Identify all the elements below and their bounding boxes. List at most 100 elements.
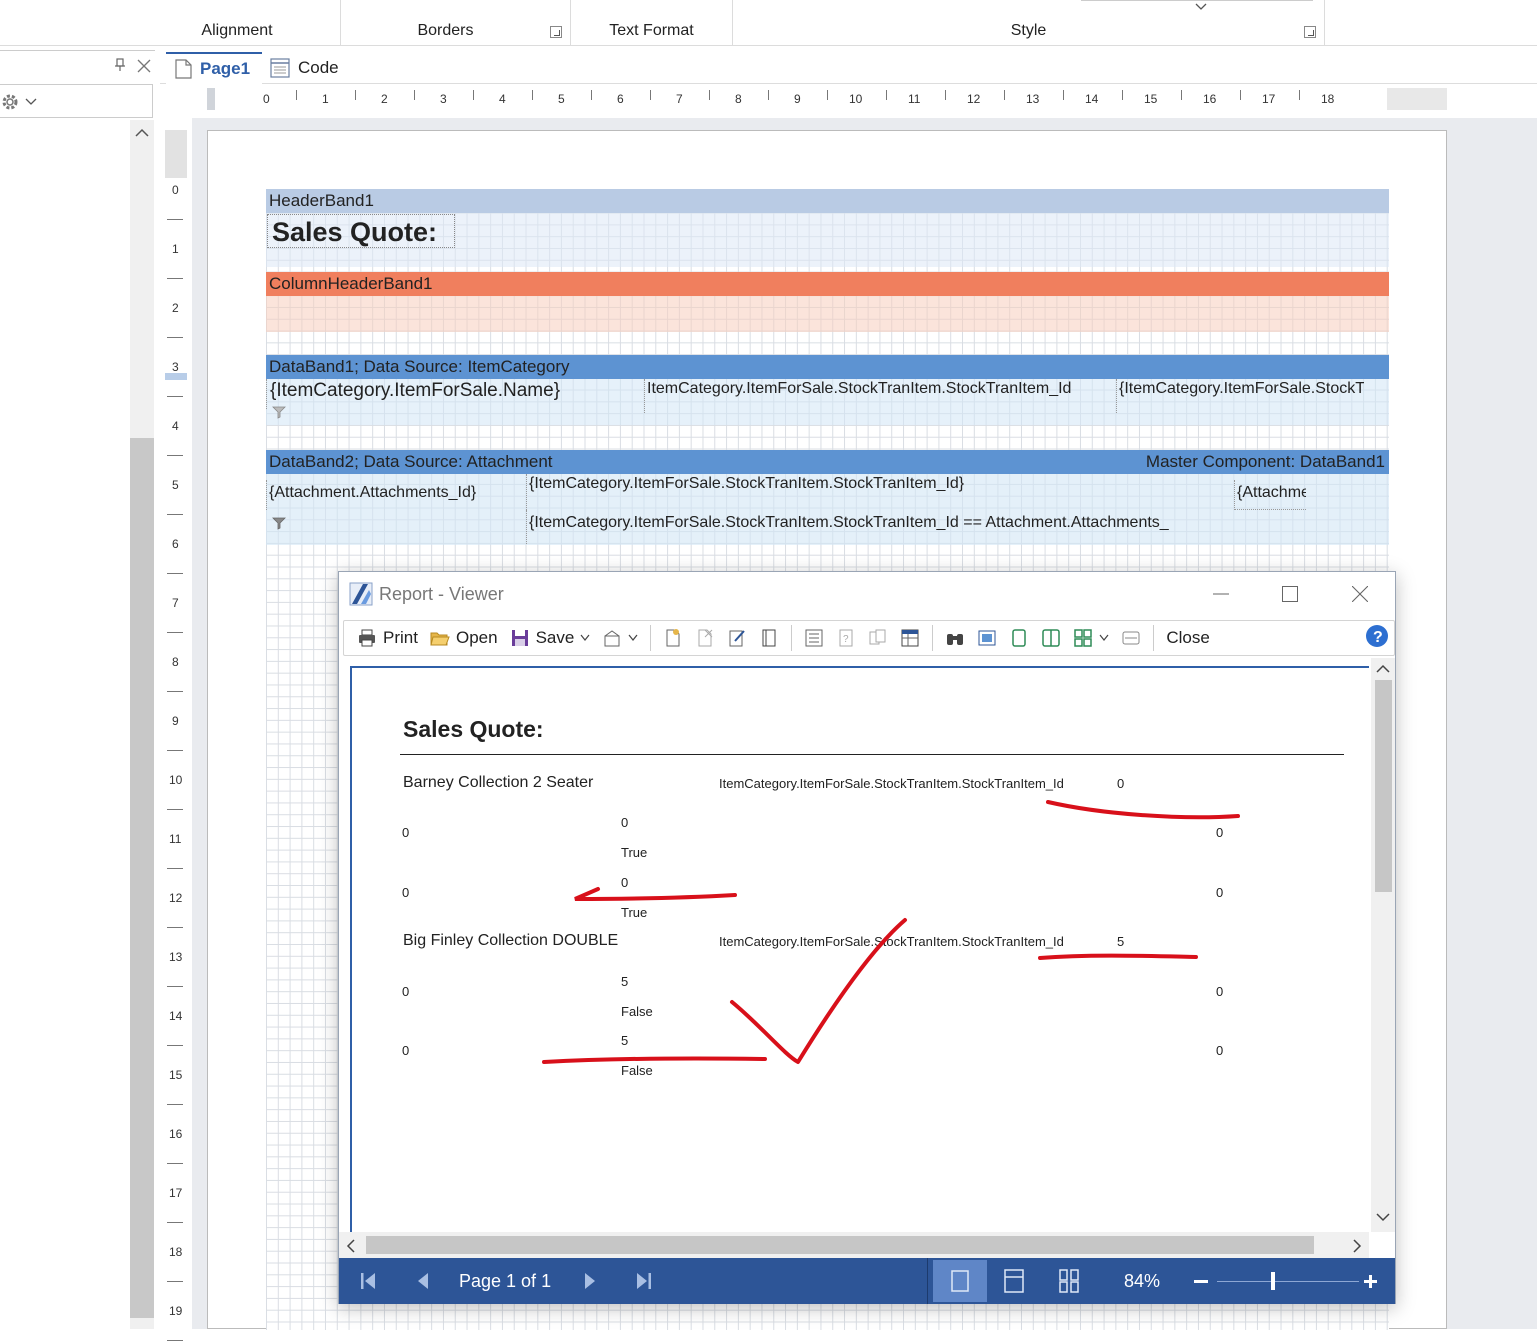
ruler-tick-label: 17 — [169, 1186, 183, 1200]
ruler-tick-label: 1 — [322, 92, 329, 106]
close-label: Close — [1166, 628, 1210, 647]
chevron-down-icon[interactable] — [25, 98, 37, 107]
print-button[interactable]: Print — [351, 622, 424, 654]
properties-selector[interactable] — [0, 84, 153, 118]
thumbnails-button[interactable] — [862, 622, 894, 654]
help-icon[interactable]: ? — [1365, 624, 1389, 648]
first-page-icon[interactable] — [361, 1273, 375, 1289]
find-button[interactable] — [939, 622, 971, 654]
new-page-icon — [666, 629, 680, 647]
style-dialog-launcher-icon[interactable] — [1304, 26, 1316, 38]
scrollbar-thumb[interactable] — [130, 438, 154, 1318]
continuous-page-icon[interactable] — [1004, 1269, 1024, 1293]
one-page-icon — [1012, 629, 1027, 647]
data-band1-title[interactable]: DataBand1; Data Source: ItemCategory — [266, 355, 1389, 379]
folder-open-icon — [430, 632, 450, 646]
panel-header — [0, 50, 155, 78]
zoom-in-icon[interactable] — [1364, 1275, 1377, 1288]
left-panel-scrollbar[interactable] — [130, 120, 154, 1329]
close-icon[interactable] — [1352, 586, 1368, 602]
resources-button[interactable] — [894, 622, 926, 654]
pin-icon[interactable] — [114, 58, 126, 72]
multiple-pages-button[interactable] — [1067, 622, 1115, 654]
header-band[interactable]: Sales Quote: — [266, 213, 1389, 267]
maximize-icon[interactable] — [1282, 586, 1298, 602]
bookmarks-button[interactable] — [798, 622, 830, 654]
data-band1[interactable]: {ItemCategory.ItemForSale.Name} ItemCate… — [266, 379, 1389, 425]
gear-icon[interactable] — [0, 91, 22, 113]
stock-tran-item-id-field[interactable]: {ItemCategory.ItemForSale.StockTranItem.… — [526, 474, 1174, 510]
close-button[interactable]: Close — [1160, 622, 1215, 654]
scrollbar-thumb[interactable] — [1375, 680, 1392, 892]
tab-page1[interactable]: Page1 — [166, 52, 262, 84]
report-app-icon — [349, 582, 373, 606]
data-band2[interactable]: {Attachment.Attachments_Id} {ItemCategor… — [266, 474, 1389, 545]
stock-tran-item-label[interactable]: ItemCategory.ItemForSale.StockTranItem.S… — [644, 379, 1094, 413]
data-band2-title[interactable]: DataBand2; Data Source: Attachment Maste… — [266, 450, 1389, 474]
chevron-up-icon[interactable] — [135, 128, 149, 138]
close-icon[interactable] — [137, 59, 151, 73]
row-flag-value: False — [621, 1063, 653, 1078]
send-icon — [604, 630, 620, 647]
delete-page-button[interactable] — [689, 622, 721, 654]
minimize-icon[interactable] — [1213, 593, 1229, 595]
stock-tran-item-field[interactable]: {ItemCategory.ItemForSale.StockTi — [1116, 379, 1364, 413]
ruler-tick-label: 19 — [169, 1304, 183, 1318]
scrollbar-thumb[interactable] — [366, 1236, 1314, 1254]
viewer-title: Report - Viewer — [379, 584, 504, 604]
toolbar-buttons: Print Open Save ? Close — [351, 622, 1216, 654]
sales-quote-textbox[interactable]: Sales Quote: — [267, 214, 455, 248]
save-button[interactable]: Save — [504, 622, 597, 654]
zoom-slider-thumb[interactable] — [1271, 1272, 1275, 1290]
band-title: HeaderBand1 — [269, 191, 374, 210]
next-page-icon[interactable] — [584, 1273, 596, 1289]
chevron-left-icon[interactable] — [346, 1239, 356, 1253]
row-mid-value: 0 — [621, 815, 629, 830]
page-setup-button[interactable] — [753, 622, 785, 654]
multi-page-icon[interactable] — [1059, 1269, 1079, 1293]
column-header-band[interactable] — [266, 296, 1389, 332]
borders-dialog-launcher-icon[interactable] — [550, 26, 562, 38]
chevron-up-icon[interactable] — [1376, 664, 1390, 674]
page-width-button[interactable] — [1115, 622, 1147, 654]
ruler-tick — [945, 90, 946, 100]
ruler-tick — [296, 90, 297, 100]
zoom-out-icon[interactable] — [1194, 1280, 1208, 1283]
item-name-field[interactable]: {ItemCategory.ItemForSale.Name} — [266, 379, 634, 409]
parameters-button[interactable]: ? — [830, 622, 862, 654]
viewer-titlebar[interactable]: Report - Viewer — [339, 572, 1395, 616]
single-page-mode-button[interactable] — [933, 1260, 987, 1302]
chevron-down-icon[interactable] — [1195, 2, 1207, 12]
column-header-band-title[interactable]: ColumnHeaderBand1 — [266, 272, 1389, 296]
band-title: DataBand1; Data Source: ItemCategory — [269, 357, 570, 376]
save-label: Save — [535, 628, 575, 647]
ruler-tick — [532, 90, 533, 100]
header-band-title[interactable]: HeaderBand1 — [266, 189, 1389, 213]
chevron-down-icon[interactable] — [1376, 1212, 1390, 1222]
viewer-horizontal-scrollbar[interactable] — [339, 1232, 1369, 1258]
edit-button[interactable] — [721, 622, 753, 654]
report-title: Sales Quote: — [403, 716, 544, 742]
attachment-id-field[interactable]: {Attachment.Attachments_Id} — [266, 480, 478, 510]
viewer-vertical-scrollbar[interactable] — [1371, 658, 1395, 1232]
send-email-button[interactable] — [596, 622, 644, 654]
two-pages-button[interactable] — [1035, 622, 1067, 654]
fullscreen-button[interactable] — [971, 622, 1003, 654]
svg-text:?: ? — [1373, 629, 1383, 646]
comparison-expression-field[interactable]: {ItemCategory.ItemForSale.StockTranItem.… — [526, 510, 1174, 544]
page-indicator: Page 1 of 1 — [459, 1271, 552, 1291]
viewer-toolbar: Print Open Save ? Close ? — [339, 616, 1395, 656]
previous-page-icon[interactable] — [417, 1273, 429, 1289]
thumbnails-icon — [869, 629, 886, 645]
attachment-field[interactable]: {Attachme — [1234, 480, 1306, 510]
open-button[interactable]: Open — [424, 622, 504, 654]
chevron-right-icon[interactable] — [1352, 1239, 1362, 1253]
ruler-tick-label: 1 — [172, 242, 179, 256]
last-page-icon[interactable] — [637, 1273, 651, 1289]
tab-code[interactable]: Code — [262, 52, 358, 84]
ruler-tick-label: 6 — [172, 537, 179, 551]
zoom-slider-track[interactable] — [1217, 1281, 1359, 1282]
one-page-button[interactable] — [1003, 622, 1035, 654]
ruler-tick — [1181, 90, 1182, 100]
new-page-button[interactable] — [657, 622, 689, 654]
